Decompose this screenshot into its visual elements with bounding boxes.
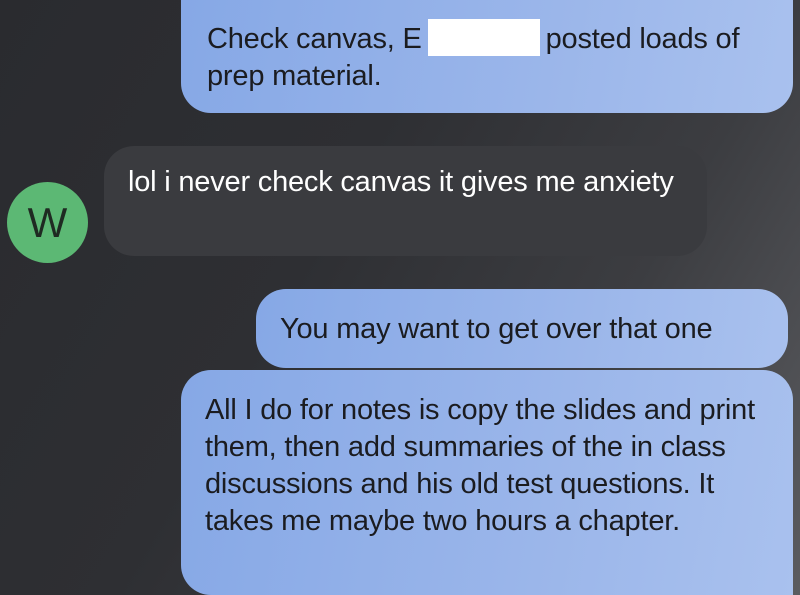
redaction-box (427, 19, 540, 56)
incoming-message-bubble[interactable]: lol i never check canvas it gives me anx… (104, 146, 707, 256)
message-text-fragment: E (402, 23, 422, 55)
message-thread: Check canvas, Eposted loads of prep mate… (0, 0, 800, 595)
message-text: You may want to get over that one (280, 313, 713, 345)
outgoing-message-bubble[interactable]: Check canvas, Eposted loads of prep mate… (181, 0, 793, 113)
message-text: lol i never check canvas it gives me anx… (128, 166, 674, 198)
message-text: All I do for notes is copy the slides an… (205, 394, 755, 537)
message-text: Check canvas, (207, 23, 395, 55)
outgoing-message-bubble[interactable]: You may want to get over that one (256, 289, 788, 368)
outgoing-message-bubble[interactable]: All I do for notes is copy the slides an… (181, 370, 793, 595)
contact-avatar[interactable]: W (7, 182, 88, 263)
